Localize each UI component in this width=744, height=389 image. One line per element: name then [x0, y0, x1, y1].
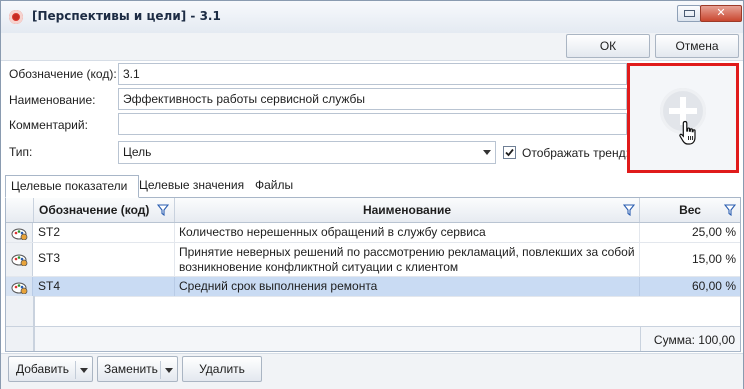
sum-total: Сумма: 100,00 %	[653, 333, 735, 347]
name-label: Наименование:	[9, 93, 96, 107]
table-row-selected[interactable]: ST4 Средний срок выполнения ремонта 60,0…	[6, 277, 740, 297]
tab-target-values[interactable]: Целевые значения	[134, 175, 249, 196]
name-field[interactable]: Эффективность работы сервисной службы	[118, 88, 627, 110]
close-button[interactable]: ✕	[700, 5, 742, 22]
row-indicator[interactable]	[6, 277, 33, 296]
hand-cursor-icon	[679, 120, 696, 145]
cell-name: Количество нерешенных обращений в службу…	[175, 223, 640, 242]
column-header-weight[interactable]: Вес	[640, 198, 740, 222]
cell-code: ST4	[34, 277, 175, 296]
dialog-toolbar: ОК Отмена	[1, 33, 743, 61]
indicators-table: Обозначение (код) Наименование Вес ST2 К…	[5, 197, 741, 352]
cell-weight: 25,00 %	[691, 225, 736, 239]
indicator-icon	[11, 254, 28, 266]
window-title: [Перспективы и цели] - 3.1	[32, 9, 221, 23]
cancel-button[interactable]: Отмена	[655, 34, 739, 58]
comment-field[interactable]	[118, 113, 627, 135]
split-divider	[160, 361, 161, 379]
show-trend-label: Отображать тренд:	[522, 146, 629, 160]
row-indicator[interactable]	[6, 223, 33, 242]
title-bar: [Перспективы и цели] - 3.1 ✕	[1, 1, 743, 34]
add-button[interactable]: Добавить	[8, 356, 93, 382]
type-select-value: Цель	[123, 145, 152, 159]
cell-code: ST2	[34, 223, 175, 242]
cell-code: ST3	[34, 243, 175, 276]
cell-name: Принятие неверных решений по рассмотрени…	[175, 243, 640, 276]
cell-weight: 60,00 %	[691, 279, 736, 293]
indicator-icon	[11, 282, 28, 294]
summary-divider	[34, 327, 35, 351]
filter-icon[interactable]	[157, 204, 169, 216]
chevron-down-icon[interactable]	[483, 150, 491, 155]
table-row[interactable]: ST2 Количество нерешенных обращений в сл…	[6, 223, 740, 243]
column-name-label: Наименование	[362, 203, 452, 217]
checkmark-icon	[505, 148, 514, 157]
tab-files[interactable]: Файлы	[250, 175, 298, 196]
show-trend-checkbox[interactable]	[503, 146, 516, 159]
column-code-label: Обозначение (код)	[39, 203, 150, 217]
column-header-code[interactable]: Обозначение (код)	[34, 198, 175, 222]
add-button-label: Добавить	[16, 362, 70, 376]
summary-indicator	[6, 327, 34, 351]
summary-row: Сумма: 100,00 %	[6, 326, 740, 351]
filter-icon[interactable]	[623, 204, 635, 216]
type-label: Тип:	[9, 145, 33, 159]
code-field[interactable]: 3.1	[118, 63, 627, 85]
row-indicator[interactable]	[6, 243, 33, 276]
indicator-icon	[11, 228, 28, 240]
split-divider	[75, 361, 76, 379]
grid-divider	[34, 296, 35, 326]
replace-button-label: Заменить	[104, 362, 158, 376]
comment-label: Комментарий:	[9, 118, 88, 132]
cell-weight: 15,00 %	[691, 252, 736, 266]
column-header-name[interactable]: Наименование	[175, 198, 640, 222]
cell-name: Средний срок выполнения ремонта	[175, 277, 640, 296]
type-select[interactable]: Цель	[118, 141, 496, 164]
dialog-window: [Перспективы и цели] - 3.1 ✕ ОК Отмена О…	[0, 0, 744, 389]
restore-icon	[684, 10, 695, 17]
image-placeholder[interactable]	[627, 63, 739, 173]
empty-indicator-area	[6, 296, 34, 326]
code-label: Обозначение (код):	[9, 67, 117, 81]
chevron-down-icon[interactable]	[80, 368, 88, 373]
column-weight-label: Вес	[679, 203, 701, 217]
restore-button[interactable]	[677, 5, 701, 22]
replace-button[interactable]: Заменить	[97, 356, 178, 382]
ok-button[interactable]: ОК	[566, 34, 650, 58]
filter-icon[interactable]	[724, 204, 736, 216]
table-row[interactable]: ST3 Принятие неверных решений по рассмот…	[6, 243, 740, 277]
target-icon	[9, 10, 23, 24]
bottom-toolbar: Добавить Заменить Удалить	[1, 353, 743, 389]
table-header: Обозначение (код) Наименование Вес	[6, 198, 740, 223]
row-indicator-header	[6, 198, 34, 222]
tab-target-indicators[interactable]: Целевые показатели	[5, 175, 139, 198]
delete-button[interactable]: Удалить	[182, 356, 262, 382]
summary-divider	[640, 327, 641, 351]
chevron-down-icon[interactable]	[165, 368, 173, 373]
